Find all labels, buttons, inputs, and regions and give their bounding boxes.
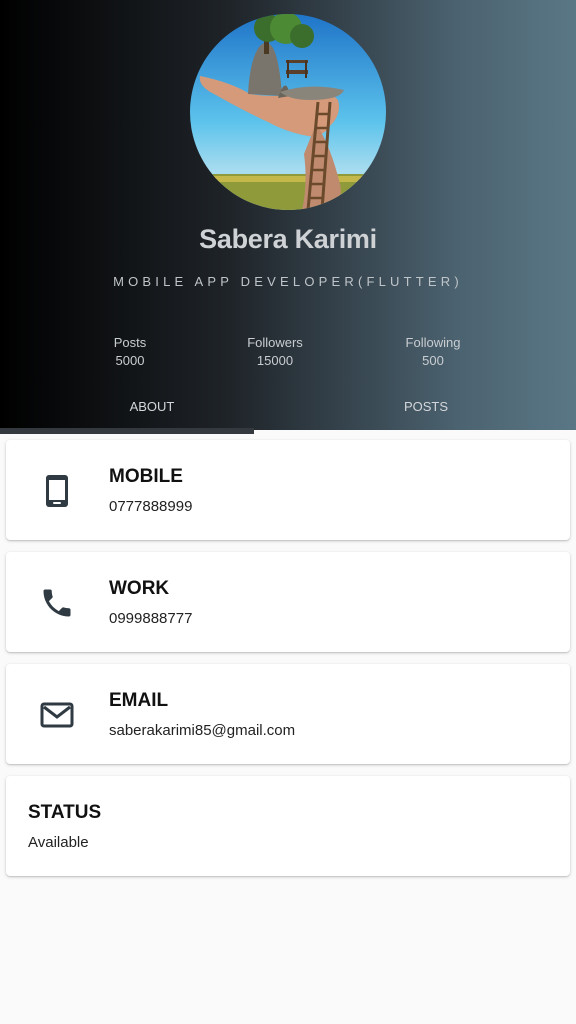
contact-title: WORK [109,578,170,599]
stat-label: Followers [247,335,303,350]
stat-value: 5000 [115,353,145,368]
contact-card-email[interactable]: EMAIL saberakarimi85@gmail.com [6,664,570,764]
stat-following[interactable]: Following 500 [363,334,503,370]
mail-icon [39,697,75,733]
profile-header: Sabera Karimi MOBILE APP DEVELOPER(FLUTT… [0,0,576,430]
status-title: STATUS [28,802,102,823]
status-card: STATUS Available [6,776,570,876]
smartphone-icon [39,473,75,509]
status-value: Available [28,834,89,851]
contact-title: MOBILE [109,466,183,487]
profile-tagline: MOBILE APP DEVELOPER(FLUTTER) [113,274,463,289]
profile-avatar[interactable] [190,14,386,210]
stat-posts[interactable]: Posts 5000 [60,334,200,370]
stat-value: 500 [422,353,444,368]
contact-title: EMAIL [109,690,169,711]
tab-indicator [0,428,254,434]
phone-icon [39,585,75,621]
contact-card-mobile[interactable]: MOBILE 0777888999 [6,440,570,540]
stat-label: Posts [113,335,147,350]
tab-posts[interactable]: POSTS [326,399,526,414]
contact-value: 0777888999 [109,498,193,515]
tab-about[interactable]: ABOUT [52,399,252,414]
contact-value: 0999888777 [109,610,193,627]
profile-name: Sabera Karimi [199,224,377,254]
stat-label: Following [405,335,461,350]
stat-value: 15000 [256,353,294,368]
contact-card-work[interactable]: WORK 0999888777 [6,552,570,652]
stat-followers[interactable]: Followers 15000 [205,334,345,370]
contact-value: saberakarimi85@gmail.com [109,722,296,739]
